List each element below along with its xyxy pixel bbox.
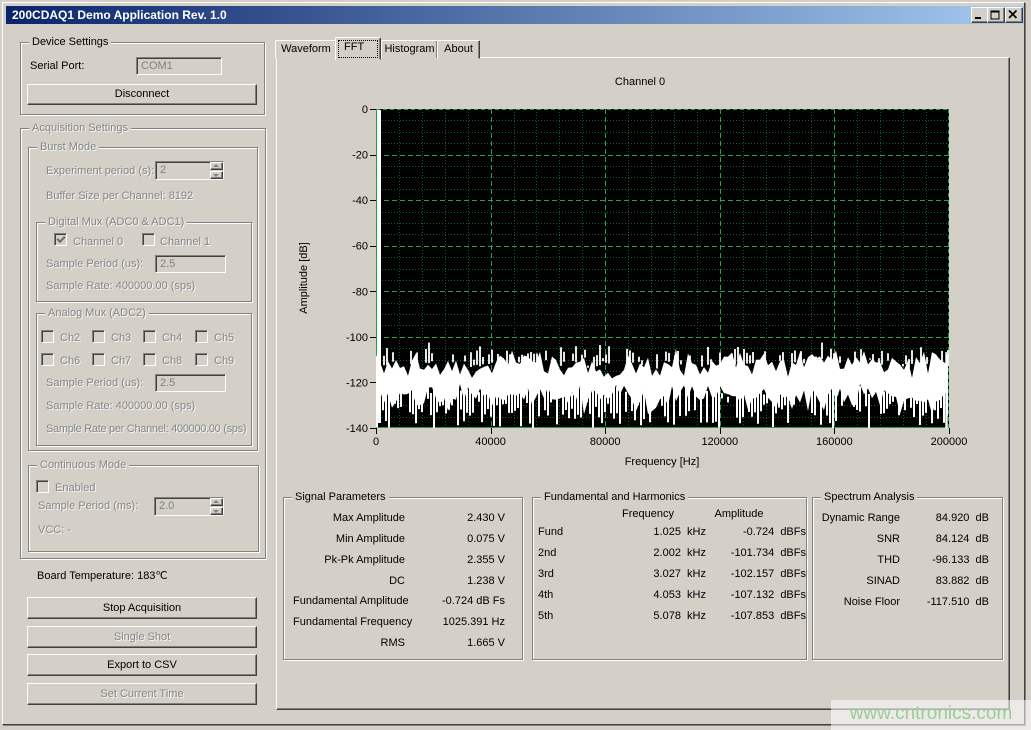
svg-text:120000: 120000 [701, 436, 738, 448]
svg-text:-100: -100 [346, 332, 368, 344]
svg-text:40000: 40000 [475, 436, 506, 448]
svg-text:200000: 200000 [931, 436, 968, 448]
svg-text:Amplitude [dB]: Amplitude [dB] [298, 242, 310, 314]
svg-text:-20: -20 [352, 150, 368, 162]
svg-text:Frequency [Hz]: Frequency [Hz] [625, 456, 700, 468]
svg-text:80000: 80000 [590, 436, 621, 448]
svg-text:-60: -60 [352, 241, 368, 253]
svg-text:0: 0 [373, 436, 379, 448]
svg-text:-80: -80 [352, 286, 368, 298]
svg-text:160000: 160000 [816, 436, 853, 448]
svg-text:-40: -40 [352, 195, 368, 207]
svg-text:Channel 0: Channel 0 [615, 76, 665, 88]
svg-text:-140: -140 [346, 423, 368, 435]
svg-text:0: 0 [362, 104, 368, 116]
svg-text:-120: -120 [346, 377, 368, 389]
